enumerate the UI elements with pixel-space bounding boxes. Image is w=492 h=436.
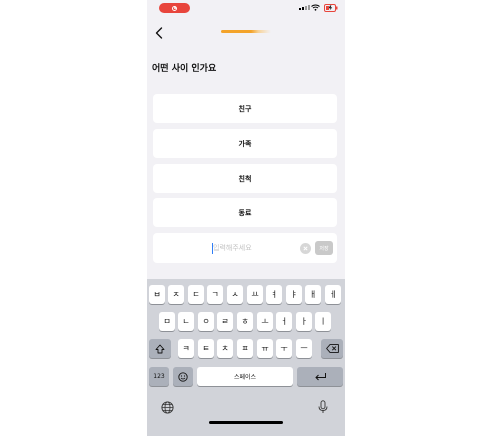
key[interactable]: ㄷ (188, 285, 204, 304)
dictation-button[interactable] (315, 399, 331, 415)
key[interactable]: ㄹ (217, 312, 233, 331)
wifi-icon (311, 4, 320, 11)
page-title: 어떤 사이 인가요 (152, 64, 217, 74)
clear-button[interactable] (300, 243, 311, 254)
record-icon (172, 5, 177, 11)
battery-icon (324, 4, 338, 12)
key[interactable]: ㅈ (168, 285, 184, 304)
key[interactable]: ㅅ (227, 285, 243, 304)
key[interactable]: ㅣ (315, 312, 331, 331)
globe-icon (160, 400, 174, 414)
key[interactable]: ㅋ (178, 339, 194, 358)
key[interactable]: ㅠ (257, 339, 273, 358)
back-button[interactable] (152, 25, 166, 41)
option-label: 친척 (238, 174, 252, 183)
backspace-key[interactable] (321, 339, 343, 358)
back-arrow-icon (155, 27, 163, 39)
key[interactable]: ㅁ (159, 312, 175, 331)
shift-key[interactable] (149, 339, 171, 358)
save-button[interactable]: 저장 (315, 241, 333, 255)
home-indicator[interactable] (209, 421, 283, 424)
option-label: 가족 (238, 139, 252, 148)
clear-icon (303, 246, 308, 251)
option-button[interactable]: 친구 (153, 94, 337, 123)
key[interactable]: ㅌ (198, 339, 214, 358)
option-label: 친구 (238, 104, 252, 113)
key[interactable]: ㄱ (207, 285, 223, 304)
key[interactable]: ㅓ (276, 312, 292, 331)
numbers-key[interactable]: 123 (149, 367, 169, 386)
custom-relation-input[interactable]: 입력해주세요 저장 (153, 233, 337, 263)
progress-bar (221, 30, 271, 33)
signal-icon (299, 5, 310, 10)
emoji-icon (178, 371, 188, 382)
phone-screen: 어떤 사이 인가요 친구 가족 친척 동료 입력해주세요 저장 ㅂ ㅈ ㄷ ㄱ … (147, 0, 345, 436)
key[interactable]: ㅡ (296, 339, 312, 358)
option-button[interactable]: 동료 (153, 198, 337, 227)
option-button[interactable]: 친척 (153, 164, 337, 193)
key[interactable]: ㅑ (286, 285, 302, 304)
key[interactable]: ㅇ (198, 312, 214, 331)
key[interactable]: ㅍ (237, 339, 253, 358)
key[interactable]: ㅗ (257, 312, 273, 331)
key[interactable]: ㅛ (247, 285, 263, 304)
key[interactable]: ㅎ (237, 312, 253, 331)
key[interactable]: ㅜ (276, 339, 292, 358)
globe-button[interactable] (159, 399, 175, 415)
return-icon (314, 373, 326, 381)
key[interactable]: ㅊ (217, 339, 233, 358)
key[interactable]: ㅐ (305, 285, 321, 304)
key[interactable]: ㅂ (149, 285, 165, 304)
key[interactable]: ㅔ (325, 285, 341, 304)
key[interactable]: ㄴ (178, 312, 194, 331)
shift-icon (155, 344, 165, 353)
status-bar (147, 0, 345, 16)
emoji-key[interactable] (173, 367, 193, 386)
key[interactable]: ㅏ (296, 312, 312, 331)
input-placeholder: 입력해주세요 (213, 244, 252, 252)
key[interactable]: ㅕ (266, 285, 282, 304)
microphone-icon (318, 400, 328, 413)
backspace-icon (325, 344, 339, 353)
screen-record-indicator[interactable] (159, 3, 190, 13)
keyboard: ㅂ ㅈ ㄷ ㄱ ㅅ ㅛ ㅕ ㅑ ㅐ ㅔ ㅁ ㄴ ㅇ ㄹ ㅎ ㅗ ㅓ ㅏ ㅣ ㅋ … (147, 279, 345, 436)
return-key[interactable] (297, 367, 343, 386)
option-button[interactable]: 가족 (153, 129, 337, 158)
space-key[interactable]: 스페이스 (197, 367, 293, 386)
option-label: 동료 (238, 208, 252, 217)
